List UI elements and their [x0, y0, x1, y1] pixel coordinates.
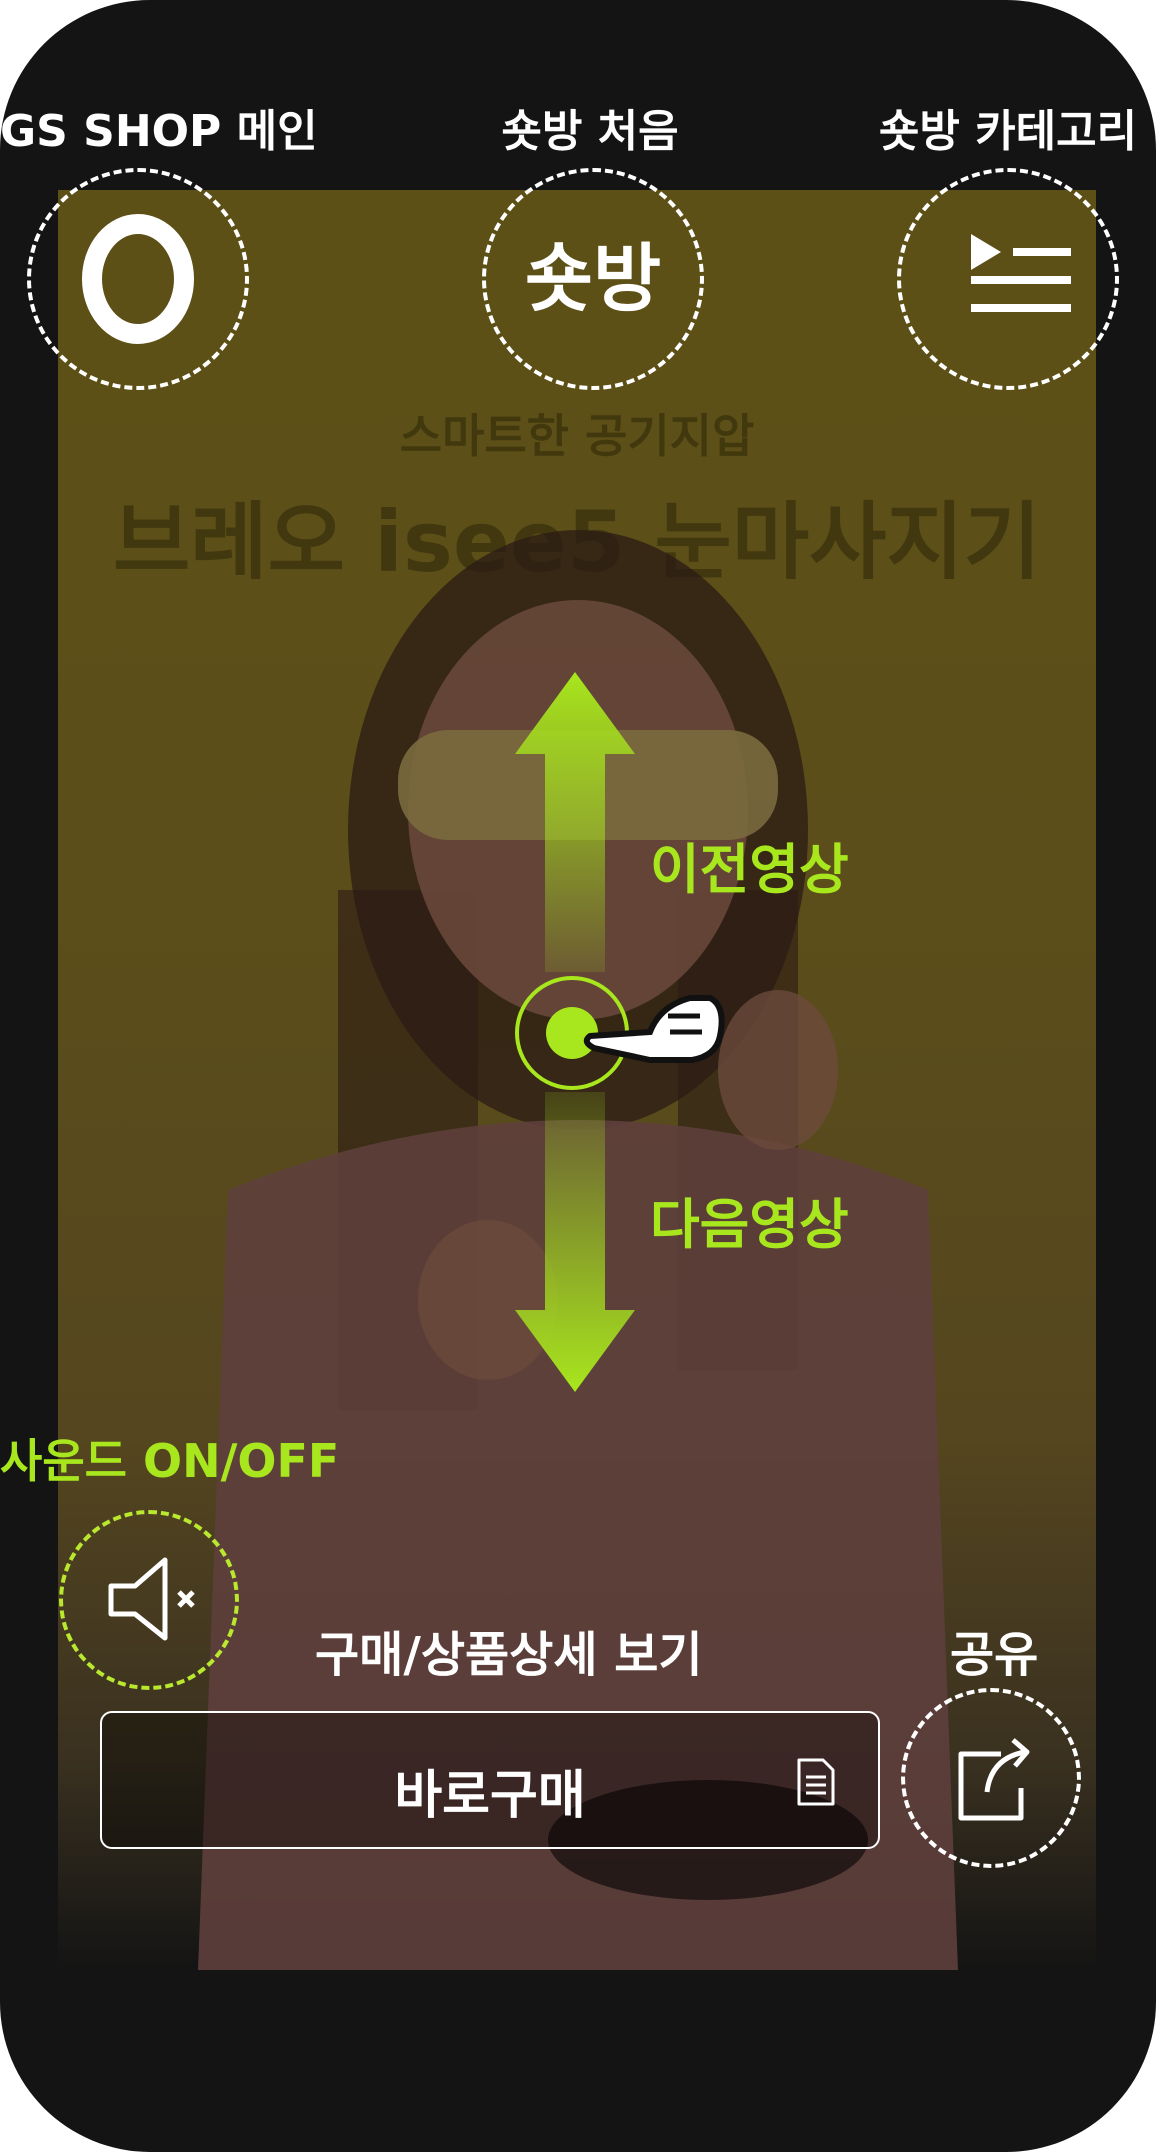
buy-now-label: 바로구매 [394, 1766, 586, 1826]
shortbang-logo-icon: 숏방 [525, 236, 661, 322]
previous-video-label: 이전영상 [650, 838, 849, 901]
purchase-hint-label: 구매/상품상세 보기 [315, 1627, 703, 1683]
shortbang-category-button[interactable] [897, 168, 1119, 390]
sound-toggle-button[interactable] [59, 1510, 239, 1690]
pointing-hand-icon [583, 995, 725, 1063]
speaker-muted-icon [108, 1557, 195, 1641]
share-label: 공유 [950, 1627, 1039, 1683]
document-icon [797, 1758, 835, 1806]
gs-shop-main-button[interactable] [27, 168, 249, 390]
next-video-label: 다음영상 [650, 1193, 849, 1256]
gs-shop-main-label: GS SHOP 메인 [0, 106, 318, 157]
shortbang-first-label: 숏방 처음 [501, 106, 679, 157]
share-button[interactable] [901, 1688, 1081, 1868]
play-list-icon [971, 234, 1071, 312]
shortbang-first-button[interactable]: 숏방 [482, 168, 704, 390]
shortbang-category-label: 숏방 카테고리 [878, 106, 1138, 157]
shortbang-logo-text: 숏방 [525, 236, 661, 322]
gs-shop-logo-icon [82, 214, 194, 344]
sound-toggle-label: 사운드 ON/OFF [0, 1434, 340, 1488]
buy-now-button[interactable]: 바로구매 [100, 1711, 880, 1849]
phone-frame: 스마트한 공기지압 브레오 isee5 눈마사지기 GS SHOP 메인 숏방 … [0, 0, 1156, 2152]
share-arrow-icon [958, 1738, 1030, 1821]
